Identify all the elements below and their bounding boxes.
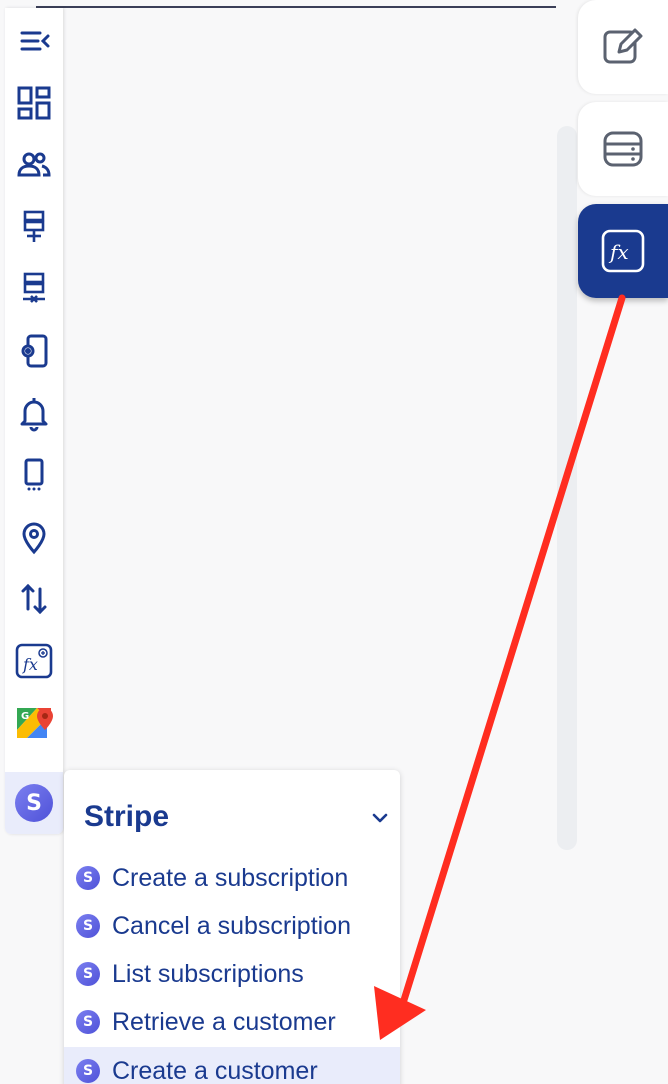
scrollbar[interactable] (557, 126, 577, 850)
function-icon: fx (601, 229, 645, 273)
stripe-icon: S (76, 1059, 100, 1083)
device-settings-icon[interactable] (5, 320, 63, 382)
function-tab[interactable]: fx (578, 204, 668, 298)
function-add-icon[interactable]: fx (5, 630, 63, 692)
menu-item-list-subscriptions[interactable]: S List subscriptions (64, 950, 400, 998)
dashboard-icon[interactable] (5, 72, 63, 134)
menu-item-create-subscription[interactable]: S Create a subscription (64, 854, 400, 902)
svg-text:fx: fx (608, 240, 629, 264)
stripe-icon: S (76, 914, 100, 938)
stripe-icon: S (76, 1010, 100, 1034)
menu-item-retrieve-customer[interactable]: S Retrieve a customer (64, 998, 400, 1046)
menu-item-label: Retrieve a customer (112, 1007, 336, 1036)
chevron-down-icon[interactable] (370, 808, 390, 833)
top-divider (36, 6, 556, 8)
svg-text:G: G (21, 711, 29, 722)
menu-item-create-customer[interactable]: S Create a customer (64, 1047, 400, 1084)
server-remove-icon[interactable] (5, 258, 63, 320)
stripe-icon: S (76, 866, 100, 890)
menu-item-label: Cancel a subscription (112, 911, 352, 940)
sort-arrows-icon[interactable] (5, 568, 63, 630)
stripe-submenu: Stripe S Create a subscription S Cancel … (64, 770, 400, 1084)
server-add-icon[interactable] (5, 196, 63, 258)
mobile-icon[interactable] (5, 444, 63, 506)
menu-item-cancel-subscription[interactable]: S Cancel a subscription (64, 902, 400, 950)
stripe-icon: S (76, 962, 100, 986)
collapse-menu-icon[interactable] (5, 10, 63, 72)
database-icon (603, 131, 643, 167)
edit-tab[interactable] (578, 0, 668, 94)
stripe-integration-button[interactable]: S (5, 772, 63, 834)
svg-text:fx: fx (22, 655, 38, 674)
bell-icon[interactable] (5, 382, 63, 444)
menu-item-label: Create a subscription (112, 863, 349, 892)
stripe-submenu-header[interactable]: Stripe (64, 770, 400, 866)
stripe-submenu-title: Stripe (84, 800, 170, 833)
left-sidebar: fx G S (5, 8, 63, 834)
users-icon[interactable] (5, 134, 63, 196)
google-maps-icon[interactable]: G (5, 692, 63, 754)
location-pin-icon[interactable] (5, 506, 63, 568)
menu-item-label: Create a customer (112, 1056, 318, 1084)
stripe-icon: S (15, 784, 53, 822)
menu-item-label: List subscriptions (112, 959, 304, 988)
edit-icon (603, 28, 643, 64)
database-tab[interactable] (578, 102, 668, 196)
